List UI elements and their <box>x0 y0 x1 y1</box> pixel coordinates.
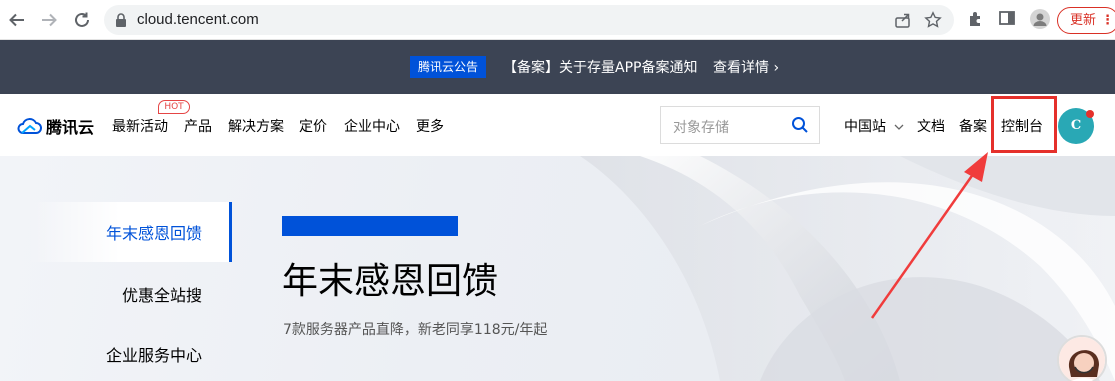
customer-service-avatar[interactable] <box>1057 335 1107 381</box>
annotation-arrow <box>870 152 988 319</box>
agent-portrait-icon <box>1059 337 1105 381</box>
hero-cta-button[interactable] <box>282 216 458 236</box>
